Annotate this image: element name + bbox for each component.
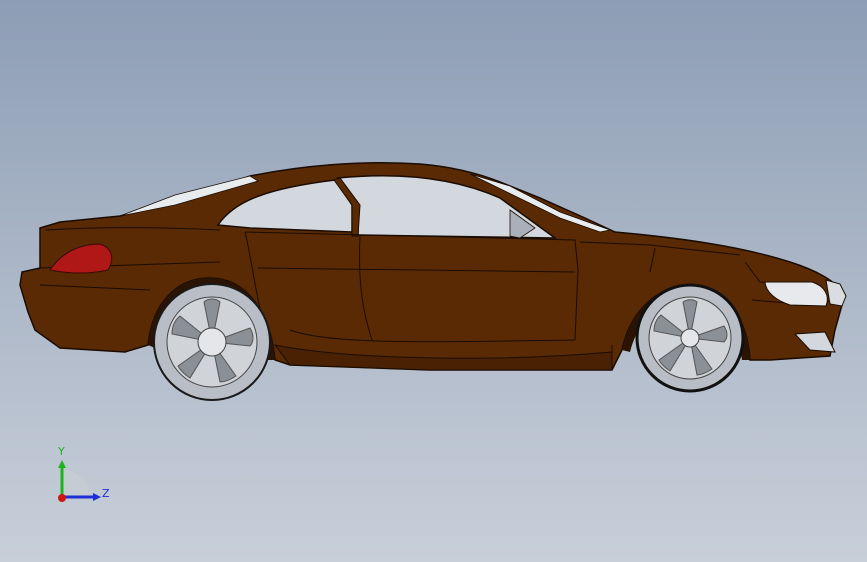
triad-plane-quadrant [62,470,89,497]
y-axis-label: Y [57,445,65,458]
y-axis-arrow [58,460,66,468]
z-axis-label: Z [102,487,110,500]
reference-triad: Y Z [57,445,110,502]
front-wheel[interactable] [635,283,745,393]
graphics-viewport[interactable]: Y Z [0,0,867,562]
rear-wheel[interactable] [153,283,271,401]
x-axis-dot [58,494,66,502]
z-axis-arrow [93,493,101,501]
car-model[interactable] [0,0,867,562]
